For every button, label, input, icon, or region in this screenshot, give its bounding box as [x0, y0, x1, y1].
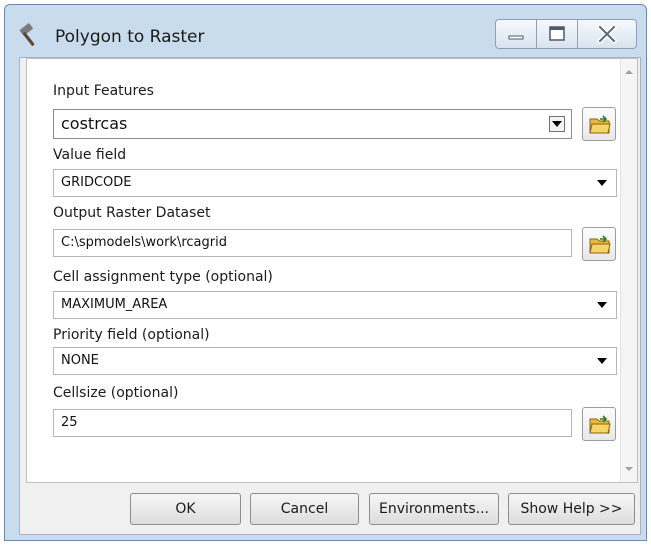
- close-icon: [596, 23, 618, 45]
- show-help-button[interactable]: Show Help >>: [508, 493, 635, 525]
- open-folder-icon: [589, 415, 611, 434]
- cellsize-input[interactable]: 25: [53, 409, 572, 437]
- priority-field-label: Priority field (optional): [53, 327, 210, 343]
- input-features-browse-button[interactable]: [582, 107, 616, 141]
- input-features-value: costrcas: [61, 114, 128, 133]
- open-folder-icon: [589, 235, 611, 254]
- priority-field-select[interactable]: NONE: [53, 347, 617, 375]
- cell-assignment-select[interactable]: MAXIMUM_AREA: [53, 291, 617, 319]
- cellsize-label: Cellsize (optional): [53, 385, 179, 401]
- open-folder-icon: [589, 115, 611, 134]
- environments-button[interactable]: Environments...: [369, 493, 499, 525]
- input-features-dropdown-button[interactable]: [549, 116, 565, 132]
- priority-field-value: NONE: [61, 353, 99, 368]
- close-button[interactable]: [577, 19, 637, 49]
- value-field-label: Value field: [53, 147, 127, 163]
- maximize-button[interactable]: [536, 19, 578, 49]
- scroll-down-icon[interactable]: [624, 464, 634, 474]
- ok-button[interactable]: OK: [130, 493, 241, 525]
- hammer-icon: [17, 23, 43, 49]
- minimize-icon: [508, 35, 524, 40]
- cellsize-browse-button[interactable]: [582, 407, 616, 441]
- cancel-button[interactable]: Cancel: [250, 493, 359, 525]
- scroll-up-icon[interactable]: [624, 67, 634, 77]
- output-raster-value: C:\spmodels\work\rcagrid: [61, 235, 227, 250]
- dialog-client-area: Input Features costrcas Value field GRID…: [19, 57, 641, 535]
- value-field-value: GRIDCODE: [61, 175, 132, 190]
- title-bar[interactable]: Polygon to Raster: [5, 5, 646, 57]
- maximize-icon: [549, 26, 565, 41]
- minimize-button[interactable]: [495, 19, 537, 49]
- chevron-down-icon[interactable]: [597, 180, 607, 186]
- input-features-combobox[interactable]: costrcas: [53, 109, 572, 139]
- output-raster-input[interactable]: C:\spmodels\work\rcagrid: [53, 229, 572, 257]
- output-raster-label: Output Raster Dataset: [53, 205, 211, 221]
- input-features-label: Input Features: [53, 83, 154, 99]
- chevron-down-icon: [552, 121, 562, 127]
- chevron-down-icon[interactable]: [597, 302, 607, 308]
- cell-assignment-value: MAXIMUM_AREA: [61, 297, 168, 312]
- output-raster-browse-button[interactable]: [582, 227, 616, 261]
- parameter-pane[interactable]: Input Features costrcas Value field GRID…: [26, 58, 638, 483]
- window-title: Polygon to Raster: [55, 27, 205, 47]
- vertical-scrollbar[interactable]: [620, 59, 637, 482]
- value-field-select[interactable]: GRIDCODE: [53, 169, 617, 197]
- chevron-down-icon[interactable]: [597, 358, 607, 364]
- cellsize-value: 25: [61, 415, 78, 430]
- tool-dialog-window: Polygon to Raster Input Features costrca: [4, 4, 647, 541]
- cell-assignment-label: Cell assignment type (optional): [53, 269, 273, 285]
